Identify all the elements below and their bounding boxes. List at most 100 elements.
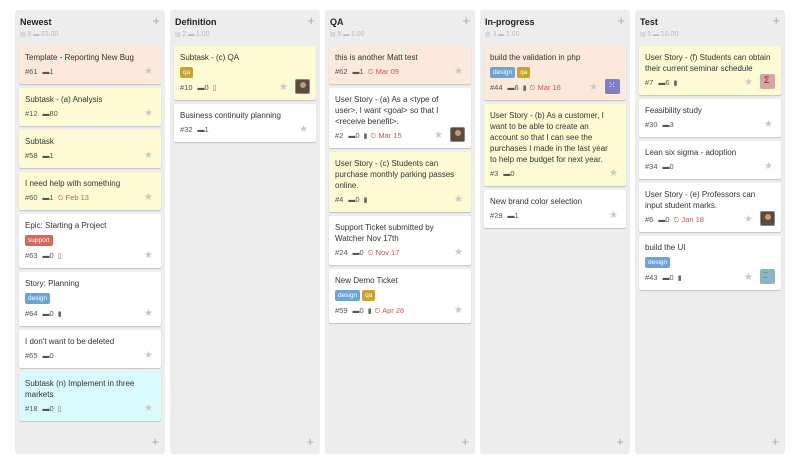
points-total: 1.00 xyxy=(505,31,520,38)
card[interactable]: User Story - (c) Students can purchase m… xyxy=(329,152,471,212)
card[interactable]: build the validation in php design qa #44 ▬ … xyxy=(484,46,626,100)
card[interactable]: Subtask #58 ▬ 1 ★ xyxy=(19,130,161,168)
card[interactable]: Epic: Starting a Project support #63 ▬ 0 ▯ ★ xyxy=(19,214,161,268)
column-definition: Definition + ▤ 2 ▬ 1.00 Subtask - (c) QA qa #… xyxy=(170,10,320,454)
bookmark-icon[interactable]: ▮ xyxy=(674,79,678,87)
add-card-icon[interactable]: + xyxy=(152,14,160,27)
star-icon[interactable]: ★ xyxy=(144,66,153,77)
card[interactable]: User Story - (b) As a customer, I want t… xyxy=(484,104,626,186)
column-title: Definition xyxy=(175,17,217,27)
label-qa: qa xyxy=(362,290,376,301)
card[interactable]: build the UI design #43 ▬ 0 ▮ ★ xyxy=(639,236,781,290)
card[interactable]: I need help with something #60 ▬ 1 ⏲ Feb 13… xyxy=(19,172,161,210)
card[interactable]: Business continuity planning #32 ▬ 1 ★ xyxy=(174,104,316,142)
star-icon[interactable]: ★ xyxy=(744,77,753,88)
star-icon[interactable]: ★ xyxy=(144,150,153,161)
card[interactable]: New Demo Ticket design qa #59 ▬ 0 ▮ ⏲ Apr 26 ★ xyxy=(329,269,471,323)
bookmark-icon[interactable]: ▯ xyxy=(58,405,62,413)
star-icon[interactable]: ★ xyxy=(764,119,773,130)
card-title: Subtask - (a) Analysis xyxy=(25,95,103,104)
card[interactable]: New brand color selection #29 ▬ 1 ★ xyxy=(484,190,626,228)
avatar[interactable] xyxy=(760,269,775,284)
column-qa: QA + ▤ 5 ▬ 1.00 this is another Matt test #6… xyxy=(325,10,475,454)
star-icon[interactable]: ★ xyxy=(144,192,153,203)
card[interactable]: User Story - (f) Students can obtain the… xyxy=(639,46,781,95)
star-icon[interactable]: ★ xyxy=(144,308,153,319)
bookmark-icon[interactable]: ▮ xyxy=(364,196,368,204)
add-card-footer-icon[interactable]: + xyxy=(461,435,469,448)
star-icon[interactable]: ★ xyxy=(454,66,463,77)
add-card-footer-icon[interactable]: + xyxy=(771,435,779,448)
star-icon[interactable]: ★ xyxy=(144,403,153,414)
add-card-icon[interactable]: + xyxy=(617,14,625,27)
card[interactable]: Feasibility study #30 ▬ 3 ★ xyxy=(639,99,781,137)
star-icon[interactable]: ★ xyxy=(454,305,463,316)
bookmark-icon[interactable]: ▮ xyxy=(523,84,527,92)
due-date: ⏲ Mar 15 xyxy=(370,131,401,140)
avatar[interactable] xyxy=(295,79,310,94)
bookmark-icon[interactable]: ▮ xyxy=(368,307,372,315)
card-title: Subtask - (c) QA xyxy=(180,53,240,62)
bookmark-icon[interactable]: ▯ xyxy=(213,84,217,92)
comment-count: 0 xyxy=(49,309,54,318)
add-card-icon[interactable]: + xyxy=(462,14,470,27)
card-meta: #58 ▬ 1 ★ xyxy=(25,150,155,163)
bookmark-icon[interactable]: ▯ xyxy=(58,252,62,260)
star-icon[interactable]: ★ xyxy=(434,130,443,141)
star-icon[interactable]: ★ xyxy=(144,350,153,361)
column-title: In-progress xyxy=(485,17,535,27)
card[interactable]: User Story - (e) Professors can input st… xyxy=(639,183,781,232)
card[interactable]: Subtask - (a) Analysis #12 ▬ 80 ★ xyxy=(19,88,161,126)
add-card-icon[interactable]: + xyxy=(772,14,780,27)
card[interactable]: Lean six sigma - adoption #34 ▬ 0 ★ xyxy=(639,141,781,179)
avatar[interactable] xyxy=(605,79,620,94)
card[interactable]: I don't want to be deleted #65 ▬ 0 ★ xyxy=(19,330,161,368)
star-icon[interactable]: ★ xyxy=(764,161,773,172)
star-icon[interactable]: ★ xyxy=(744,272,753,283)
card[interactable]: Support Ticket submitted by Watcher Nov … xyxy=(329,216,471,265)
comment-count: 0 xyxy=(355,195,360,204)
star-icon[interactable]: ★ xyxy=(454,247,463,258)
add-card-footer-icon[interactable]: + xyxy=(306,435,314,448)
comment-icon: ▬ xyxy=(507,213,515,220)
comment-count: 0 xyxy=(49,351,54,360)
comment-icon: ▬ xyxy=(662,122,670,129)
star-icon[interactable]: ★ xyxy=(744,214,753,225)
card-labels: support xyxy=(25,235,155,247)
card[interactable]: Subtask - (c) QA qa #10 ▬ 0 ▯ ★ xyxy=(174,46,316,100)
star-icon[interactable]: ★ xyxy=(609,168,618,179)
star-icon[interactable]: ★ xyxy=(454,194,463,205)
bookmark-icon[interactable]: ▮ xyxy=(678,274,682,282)
comment-count: 0 xyxy=(669,273,674,282)
card-meta: #29 ▬ 1 ★ xyxy=(490,210,620,223)
card[interactable]: Template - Reporting New Bug #61 ▬ 1 ★ xyxy=(19,46,161,84)
add-card-footer-icon[interactable]: + xyxy=(151,435,159,448)
star-icon[interactable]: ★ xyxy=(144,250,153,261)
avatar[interactable] xyxy=(760,74,775,89)
star-icon[interactable]: ★ xyxy=(299,124,308,135)
column-stats: ▤ 5 ▬ 1.00 xyxy=(330,31,365,38)
add-card-icon[interactable]: + xyxy=(307,14,315,27)
card[interactable]: Story: Planning design #64 ▬ 0 ▮ ★ xyxy=(19,272,161,326)
card-id: #7 xyxy=(645,78,654,87)
star-icon[interactable]: ★ xyxy=(609,210,618,221)
bookmark-icon[interactable]: ▮ xyxy=(58,310,62,318)
card-count: 8 xyxy=(27,31,32,38)
avatar[interactable] xyxy=(450,127,465,142)
bookmark-icon[interactable]: ▮ xyxy=(364,132,368,140)
star-icon[interactable]: ★ xyxy=(279,82,288,93)
card[interactable]: User Story - (a) As a <type of user>, I … xyxy=(329,88,471,148)
comment-icon: ▬ xyxy=(352,250,360,257)
card-meta: #12 ▬ 80 ★ xyxy=(25,108,155,121)
card-id: #6 xyxy=(645,215,654,224)
card[interactable]: this is another Matt test #62 ▬ 1 ⏲ Mar 09 ★ xyxy=(329,46,471,84)
comment-icon: ▬ xyxy=(662,164,670,171)
star-icon[interactable]: ★ xyxy=(589,82,598,93)
add-card-footer-icon[interactable]: + xyxy=(616,435,624,448)
card[interactable]: Subtask (n) Implement in three markets #1… xyxy=(19,372,161,421)
column-title: QA xyxy=(330,17,344,27)
avatar[interactable] xyxy=(760,211,775,226)
card-labels: qa xyxy=(180,67,310,79)
star-icon[interactable]: ★ xyxy=(144,108,153,119)
card-count: 3 xyxy=(492,31,497,38)
